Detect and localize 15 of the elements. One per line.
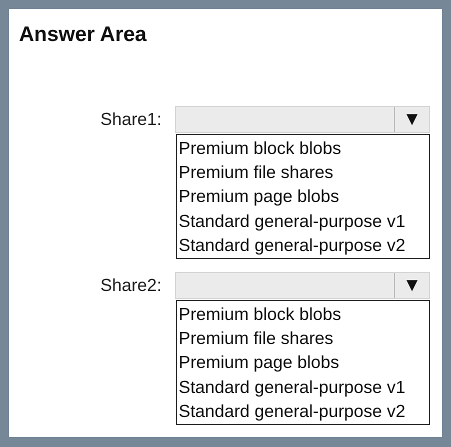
dropdown-field[interactable]: ▼ [174, 106, 430, 133]
dropdown-option[interactable]: Premium page blobs [178, 350, 429, 375]
dropdown-option[interactable]: Premium page blobs [178, 184, 429, 209]
dropdown-option[interactable]: Premium block blobs [178, 302, 429, 326]
answer-area-title: Answer Area [19, 23, 148, 47]
dropdown-option[interactable]: Premium file shares [178, 160, 429, 184]
dropdown-option[interactable]: Premium file shares [178, 326, 429, 350]
dropdown-option[interactable]: Standard general-purpose v2 [178, 232, 429, 258]
dropdown-option[interactable]: Standard general-purpose v1 [178, 208, 429, 233]
dropdown-label: Share2: [99, 274, 163, 298]
dropdown-field[interactable]: ▼ [174, 272, 430, 300]
dropdown-option[interactable]: Premium block blobs [178, 136, 429, 160]
dropdown-label: Share1: [99, 108, 163, 131]
dropdown-option[interactable]: Standard general-purpose v1 [178, 374, 429, 399]
dropdown-option[interactable]: Standard general-purpose v2 [178, 398, 429, 424]
